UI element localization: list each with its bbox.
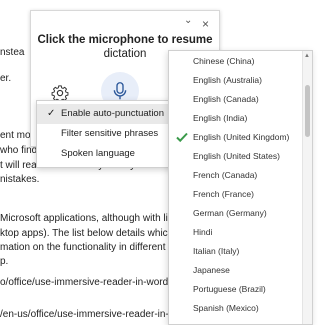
language-list-scrollbar[interactable]: ▲ (302, 51, 312, 324)
scroll-up-icon[interactable]: ▲ (304, 53, 310, 59)
language-item[interactable]: English (Canada) (169, 90, 300, 109)
doc-line: p. (0, 256, 9, 267)
scrollbar-thumb[interactable] (305, 85, 310, 137)
microphone-icon (113, 82, 127, 100)
doc-line: er. (0, 73, 12, 84)
language-item[interactable]: English (India) (169, 109, 300, 128)
language-item[interactable]: Italian (Italy) (169, 242, 300, 261)
dictation-title: Click the microphone to resume (37, 34, 213, 46)
menu-item-label: Enable auto-punctuation (61, 108, 164, 119)
spoken-language-list: Chinese (China) English (Australia) Engl… (168, 50, 313, 325)
language-item[interactable]: German (Germany) (169, 204, 300, 223)
language-item[interactable]: Portuguese (Brazil) (169, 280, 300, 299)
menu-item-filter-sensitive[interactable]: Filter sensitive phrases (37, 124, 185, 144)
doc-line: /en-us/office/use-immersive-reader-in-p (0, 309, 175, 320)
menu-item-auto-punctuation[interactable]: ✓ Enable auto-punctuation (37, 104, 185, 124)
check-icon: ✓ (47, 108, 56, 119)
doc-line: o/office/use-immersive-reader-in-word-a (0, 277, 178, 288)
menu-item-label: Spoken language (61, 148, 135, 159)
doc-line: nistakes. (0, 174, 40, 185)
menu-item-label: Filter sensitive phrases (61, 128, 159, 139)
language-item[interactable]: English (Australia) (169, 71, 300, 90)
language-item[interactable]: English (United States) (169, 147, 300, 166)
language-item[interactable]: Chinese (China) (169, 52, 300, 71)
doc-line: Microsoft applications, although with li… (0, 213, 174, 224)
language-item[interactable]: French (France) (169, 185, 300, 204)
language-item[interactable]: French (Canada) (169, 166, 300, 185)
language-item[interactable]: Japanese (169, 261, 300, 280)
doc-line: mation on the functionality in different… (0, 242, 177, 253)
doc-line: nstea (0, 47, 25, 58)
close-button[interactable]: × (202, 17, 209, 31)
checkmark-icon (176, 132, 188, 143)
language-item[interactable]: Hindi (169, 223, 300, 242)
language-item-selected[interactable]: English (United Kingdom) (169, 128, 300, 147)
doc-line: ktop apps). The list below details which… (0, 228, 188, 239)
language-item[interactable]: Spanish (Mexico) (169, 299, 300, 318)
dictation-settings-menu: ✓ Enable auto-punctuation Filter sensiti… (36, 100, 186, 168)
menu-item-spoken-language[interactable]: Spoken language › (37, 144, 185, 164)
collapse-button[interactable]: ⌄ (184, 15, 192, 26)
